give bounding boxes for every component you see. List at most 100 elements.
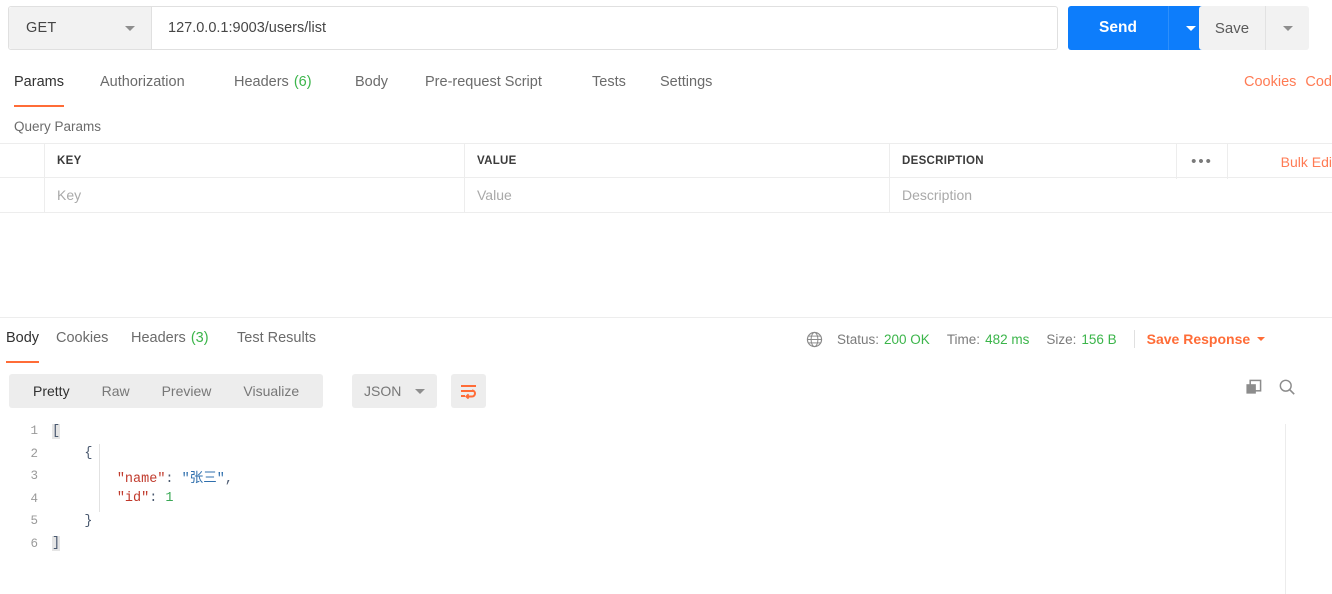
status-value: 200 OK — [884, 331, 930, 347]
code-line: 1[ — [0, 420, 1332, 443]
url-input[interactable]: 127.0.0.1:9003/users/list — [152, 7, 1057, 49]
column-header-label: DESCRIPTION — [902, 154, 984, 167]
code-token: ] — [52, 536, 61, 552]
query-params-table: KEY VALUE DESCRIPTION ••• Bulk Edi Key V… — [0, 143, 1332, 213]
tab-tests[interactable]: Tests — [592, 72, 626, 108]
cookies-link[interactable]: Cookies — [1244, 74, 1296, 90]
code-line: 6] — [0, 533, 1332, 556]
column-header-label: VALUE — [477, 154, 517, 167]
tab-label: Authorization — [100, 74, 185, 90]
code-line: 3 "name": "张三", — [0, 465, 1332, 488]
code-token: : — [165, 471, 182, 487]
line-number: 2 — [30, 446, 38, 461]
word-wrap-icon — [461, 384, 476, 399]
send-button[interactable]: Send — [1068, 6, 1168, 50]
code-link[interactable]: Cod — [1305, 74, 1332, 90]
size-value: 156 B — [1081, 331, 1117, 347]
time-label: Time: — [946, 331, 981, 347]
description-input[interactable]: Description — [890, 178, 1332, 212]
value-input[interactable]: Value — [465, 178, 890, 212]
code-line: 2 { — [0, 443, 1332, 466]
tab-label: Params — [14, 74, 64, 90]
globe-icon — [806, 331, 823, 347]
line-number: 3 — [30, 469, 38, 484]
response-tab-body[interactable]: Body — [6, 328, 40, 364]
save-button-group: Save — [1199, 6, 1309, 50]
chevron-down-icon — [125, 25, 135, 31]
tab-label: Tests — [592, 74, 626, 90]
indent-guide — [99, 444, 100, 512]
code-token: } — [84, 513, 93, 529]
tab-label: Body — [355, 74, 389, 90]
response-tab-test-results[interactable]: Test Results — [237, 328, 316, 364]
code-text: { — [52, 446, 93, 462]
tab-headers[interactable]: Headers (6) — [234, 72, 312, 108]
table-header-row: KEY VALUE DESCRIPTION ••• Bulk Edi — [0, 143, 1332, 179]
tab-label: Pre-request Script — [425, 74, 542, 90]
save-options-button[interactable] — [1265, 6, 1309, 50]
value-placeholder: Value — [477, 187, 512, 203]
code-text: } — [52, 513, 93, 529]
tab-count: (6) — [293, 74, 312, 90]
tab-label: Body — [6, 330, 40, 346]
search-icon[interactable] — [1278, 378, 1296, 396]
column-header-label: KEY — [57, 154, 82, 167]
table-options-button[interactable]: ••• — [1176, 144, 1228, 179]
bulk-edit-link[interactable]: Bulk Edi — [1269, 144, 1332, 179]
time-value: 482 ms — [985, 331, 1030, 347]
code-line: 5 } — [0, 510, 1332, 533]
code-text: [ — [52, 423, 61, 439]
save-response-button[interactable]: Save Response — [1147, 331, 1251, 347]
request-url-bar: GET 127.0.0.1:9003/users/list Send Save — [0, 0, 1332, 57]
format-selector[interactable]: JSON — [352, 374, 438, 408]
description-placeholder: Description — [902, 187, 973, 203]
response-status-bar: Status: 200 OK Time: 482 ms Size: 156 B … — [806, 330, 1266, 348]
tab-label: Headers — [234, 74, 289, 90]
url-bar-group: GET 127.0.0.1:9003/users/list — [8, 6, 1058, 50]
key-placeholder: Key — [57, 187, 82, 203]
response-tab-headers[interactable]: Headers (3) — [131, 328, 209, 364]
chevron-down-icon — [415, 388, 426, 394]
row-checkbox-cell[interactable] — [0, 178, 45, 212]
pane-divider[interactable] — [0, 317, 1332, 318]
select-all-checkbox-cell[interactable] — [0, 144, 45, 177]
http-method-selector[interactable]: GET — [9, 7, 152, 49]
view-mode-pretty[interactable]: Pretty — [17, 383, 86, 399]
view-mode-visualize[interactable]: Visualize — [227, 383, 315, 399]
format-label: JSON — [364, 383, 402, 399]
view-mode-group: Pretty Raw Preview Visualize — [9, 374, 324, 408]
send-button-group: Send — [1068, 6, 1212, 50]
tab-label: Cookies — [56, 330, 109, 346]
code-token: "id" — [116, 491, 150, 507]
request-tabs: Params Authorization Headers (6) Body Pr… — [0, 72, 1332, 108]
active-tab-underline — [6, 360, 40, 363]
tab-params[interactable]: Params — [14, 72, 64, 108]
response-body-tools — [1245, 378, 1296, 396]
copy-icon[interactable] — [1245, 379, 1262, 396]
save-button[interactable]: Save — [1199, 6, 1265, 50]
chevron-down-icon[interactable] — [1257, 337, 1266, 341]
view-mode-preview[interactable]: Preview — [146, 383, 228, 399]
column-header-key: KEY — [45, 144, 465, 177]
tab-authorization[interactable]: Authorization — [100, 72, 185, 108]
tab-pre-request-script[interactable]: Pre-request Script — [425, 72, 542, 108]
column-header-value: VALUE — [465, 144, 890, 177]
response-body-code[interactable]: 1[2 {3 "name": "张三", 4 "id": 15 } 6] — [0, 420, 1332, 594]
response-tab-cookies[interactable]: Cookies — [56, 328, 108, 364]
code-token: : — [149, 491, 166, 507]
ellipsis-icon: ••• — [1191, 153, 1213, 170]
view-mode-raw[interactable]: Raw — [86, 383, 146, 399]
code-token: { — [84, 446, 93, 462]
tab-settings[interactable]: Settings — [660, 72, 712, 108]
right-divider — [1285, 424, 1286, 594]
tab-label: Headers — [131, 330, 186, 346]
chevron-down-icon — [1282, 25, 1293, 31]
tab-body[interactable]: Body — [355, 72, 388, 108]
column-header-description: DESCRIPTION — [890, 144, 1332, 177]
code-line: 4 "id": 1 — [0, 488, 1332, 511]
key-input[interactable]: Key — [45, 178, 465, 212]
word-wrap-button[interactable] — [451, 374, 486, 408]
